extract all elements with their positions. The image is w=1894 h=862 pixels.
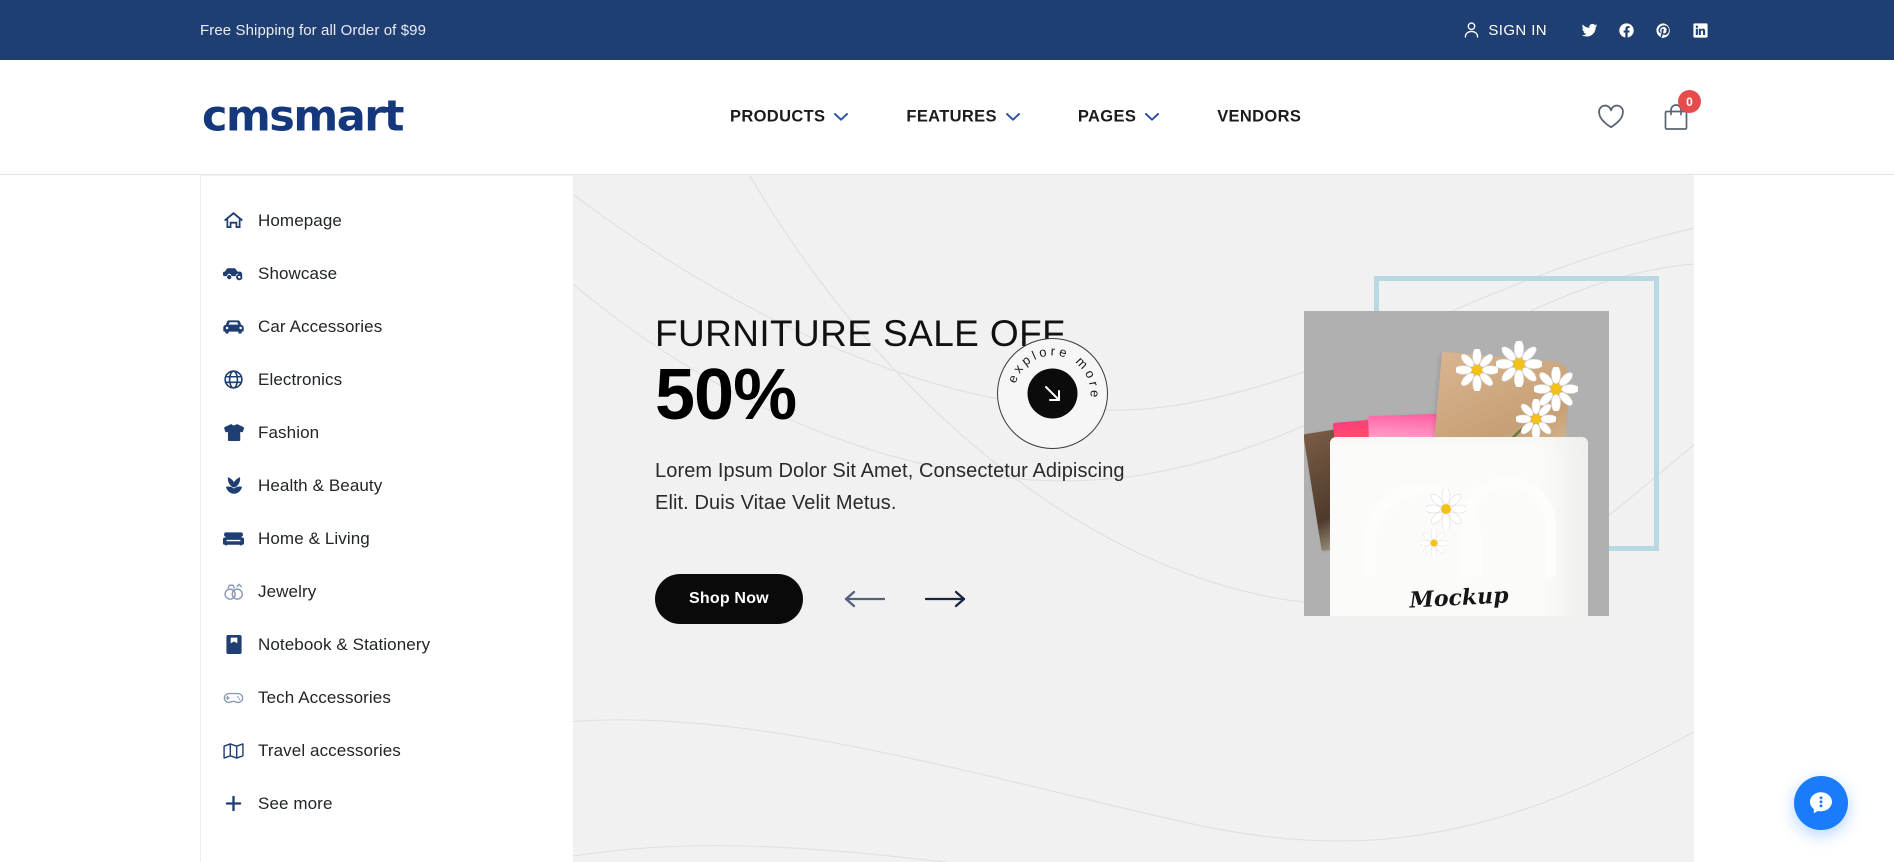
sidebar-item-label: Travel accessories: [258, 740, 401, 760]
sidebar-item-label: Health & Beauty: [258, 475, 383, 495]
heart-icon: [1597, 104, 1625, 130]
chevron-down-icon: [1005, 108, 1020, 127]
social-links: [1581, 22, 1709, 39]
sidebar-item-jewelry[interactable]: Jewelry: [201, 565, 573, 618]
sidebar-item-homepage[interactable]: Homepage: [201, 194, 573, 247]
cart-button[interactable]: 0: [1663, 90, 1701, 131]
cart-count-badge: 0: [1678, 90, 1701, 113]
carousel-next-button[interactable]: [924, 589, 967, 609]
tote-handle-right: [1460, 477, 1556, 577]
chevron-down-icon: [834, 108, 849, 127]
daisy-flower: [1420, 529, 1448, 557]
hero-description: Lorem Ipsum Dolor Sit Amet, Consectetur …: [655, 460, 1125, 515]
sidebar-item-health-beauty[interactable]: Health & Beauty: [201, 459, 573, 512]
twitter-icon[interactable]: [1581, 22, 1598, 39]
sidebar-item-label: Tech Accessories: [258, 687, 391, 707]
shop-now-button[interactable]: Shop Now: [655, 573, 803, 624]
globe-icon: [223, 370, 244, 389]
user-icon: [1464, 22, 1479, 38]
sidebar-item-label: Electronics: [258, 369, 343, 389]
main-navigation: PRODUCTS FEATURES PAGES VENDORS: [730, 98, 1301, 137]
top-announcement-bar: Free Shipping for all Order of $99 SIGN …: [0, 0, 1894, 60]
rings-icon: [223, 583, 244, 600]
car-icon: [223, 319, 244, 334]
sidebar-item-label: See more: [258, 793, 333, 813]
site-header: cmsmart PRODUCTS FEATURES PAGES VENDORS: [0, 60, 1894, 175]
hero-product-image: Mockup: [1276, 276, 1676, 616]
nav-label: PAGES: [1077, 107, 1137, 126]
map-icon: [223, 742, 244, 759]
sidebar-item-showcase[interactable]: Showcase: [201, 247, 573, 300]
carousel-prev-button[interactable]: [843, 589, 885, 609]
pinterest-icon[interactable]: [1655, 22, 1672, 39]
sidebar-item-label: Homepage: [258, 210, 342, 230]
chat-bubble-icon: [1807, 789, 1835, 817]
nav-item-vendors[interactable]: VENDORS: [1217, 98, 1301, 137]
sidebar-item-notebook-stationery[interactable]: Notebook & Stationery: [201, 618, 573, 671]
chevron-down-icon: [1145, 108, 1160, 127]
gamepad-icon: [223, 691, 244, 705]
sidebar-item-label: Jewelry: [258, 581, 317, 601]
sidebar-item-tech-accessories[interactable]: Tech Accessories: [201, 671, 573, 724]
chat-widget-button[interactable]: [1794, 776, 1848, 830]
home-icon: [223, 212, 244, 229]
daisy-flower: [1516, 399, 1556, 439]
site-logo[interactable]: cmsmart: [202, 95, 404, 139]
sidebar-item-see-more[interactable]: See more: [201, 777, 573, 830]
sidebar-item-travel-accessories[interactable]: Travel accessories: [201, 724, 573, 777]
car-side-icon: [223, 266, 244, 281]
wishlist-button[interactable]: [1597, 104, 1625, 130]
header-actions: 0: [1597, 90, 1701, 131]
couch-icon: [223, 531, 244, 546]
sidebar-item-car-accessories[interactable]: Car Accessories: [201, 300, 573, 353]
facebook-icon[interactable]: [1618, 22, 1635, 39]
spa-leaf-icon: [223, 477, 244, 494]
sidebar-item-label: Home & Living: [258, 528, 370, 548]
daisy-flower: [1426, 489, 1466, 529]
linkedin-icon[interactable]: [1692, 22, 1709, 39]
shipping-message: Free Shipping for all Order of $99: [200, 21, 427, 39]
topbar-right-group: SIGN IN: [1464, 22, 1709, 39]
nav-label: VENDORS: [1217, 107, 1302, 126]
daisy-flower: [1456, 349, 1498, 391]
sidebar-item-electronics[interactable]: Electronics: [201, 353, 573, 406]
sidebar-item-label: Car Accessories: [258, 316, 383, 336]
page-body: Homepage Showcase Car Accessories Electr…: [0, 175, 1894, 862]
tote-bag-label: Mockup: [1408, 582, 1510, 614]
tshirt-icon: [223, 424, 244, 441]
sidebar-item-home-living[interactable]: Home & Living: [201, 512, 573, 565]
sidebar-item-label: Notebook & Stationery: [258, 634, 431, 654]
sidebar-item-label: Fashion: [258, 422, 320, 442]
nav-item-products[interactable]: PRODUCTS: [730, 98, 849, 137]
nav-item-pages[interactable]: PAGES: [1077, 98, 1160, 137]
sign-in-label: SIGN IN: [1488, 21, 1547, 39]
nav-label: PRODUCTS: [730, 107, 826, 126]
sidebar-item-label: Showcase: [258, 263, 338, 283]
sidebar-item-fashion[interactable]: Fashion: [201, 406, 573, 459]
nav-label: FEATURES: [906, 107, 997, 126]
nav-item-features[interactable]: FEATURES: [906, 98, 1020, 137]
book-icon: [223, 635, 244, 654]
hero-cta-row: Shop Now: [655, 573, 1125, 624]
hero-banner: Mockup explore more FURNITURE SALE OFF 5…: [573, 175, 1694, 862]
plus-icon: [223, 795, 244, 812]
product-photo-backdrop: Mockup: [1304, 311, 1609, 616]
explore-more-badge[interactable]: explore more: [996, 337, 1109, 450]
sign-in-link[interactable]: SIGN IN: [1464, 22, 1547, 39]
category-sidebar: Homepage Showcase Car Accessories Electr…: [200, 175, 573, 862]
